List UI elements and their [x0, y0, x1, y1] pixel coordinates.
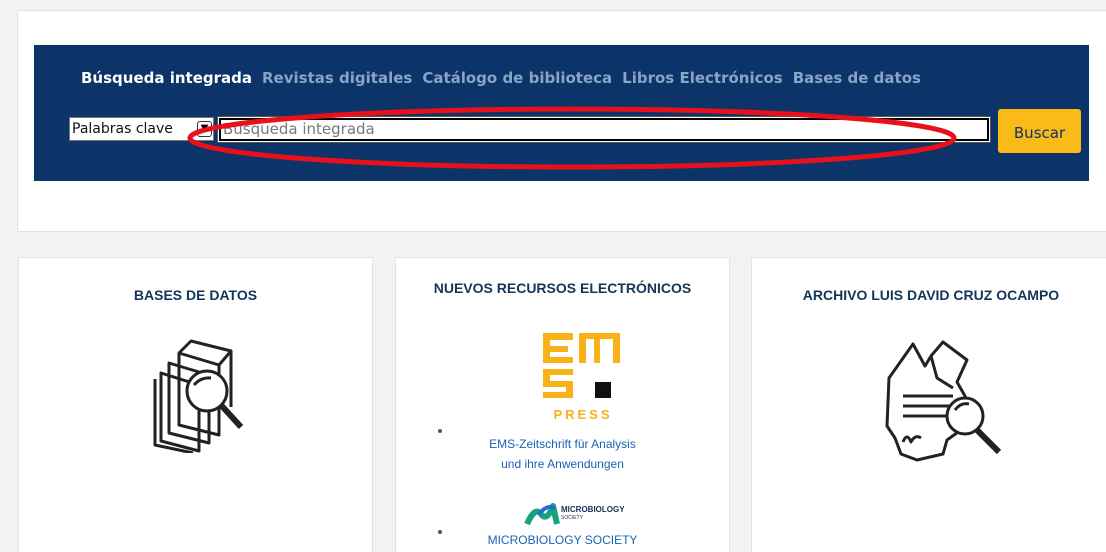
search-type-select[interactable]: Palabras clave ▼: [69, 117, 214, 141]
tab-bases-de-datos[interactable]: Bases de datos: [793, 69, 921, 87]
ems-press-logo[interactable]: PRESS: [543, 333, 623, 423]
card-bases-de-datos[interactable]: BASES DE DATOS: [18, 257, 373, 552]
chevron-down-icon: ▼: [197, 121, 212, 137]
card-archivo-cruz-ocampo[interactable]: ARCHIVO LUIS DAVID CRUZ OCAMPO: [751, 257, 1106, 552]
card-title: ARCHIVO LUIS DAVID CRUZ OCAMPO: [802, 287, 1060, 303]
search-input[interactable]: Búsqueda integrada: [217, 116, 991, 143]
ms-logo-line1: MICROBIOLOGY: [561, 505, 625, 514]
ms-logo-line2: SOCIETY: [561, 515, 584, 521]
card-nuevos-recursos: NUEVOS RECURSOS ELECTRÓNICOS PRESS EMS-Z…: [395, 257, 730, 552]
link-line: EMS-Zeitschrift für Analysis: [489, 437, 636, 451]
document-magnifier-icon: [885, 340, 1002, 462]
search-band: Búsqueda integrada Revistas digitales Ca…: [34, 45, 1089, 181]
tab-revistas-digitales[interactable]: Revistas digitales: [262, 69, 412, 87]
link-line: und ihre Anwendungen: [501, 457, 624, 471]
ems-logo-text: PRESS: [553, 407, 612, 422]
search-tabs: Búsqueda integrada Revistas digitales Ca…: [81, 69, 931, 87]
bullet: [438, 429, 442, 433]
card-title: NUEVOS RECURSOS ELECTRÓNICOS: [433, 280, 692, 296]
microbiology-society-logo[interactable]: MICROBIOLOGY SOCIETY: [521, 500, 636, 528]
tab-catalogo-biblioteca[interactable]: Catálogo de biblioteca: [422, 69, 612, 87]
tab-libros-electronicos[interactable]: Libros Electrónicos: [622, 69, 783, 87]
search-type-value: Palabras clave: [72, 121, 173, 137]
tab-busqueda-integrada[interactable]: Búsqueda integrada: [81, 69, 252, 87]
card-title: BASES DE DATOS: [133, 287, 258, 303]
books-magnifier-icon: [153, 339, 244, 453]
link-microbiology-society[interactable]: MICROBIOLOGY SOCIETY: [396, 530, 729, 550]
search-input-placeholder: Búsqueda integrada: [223, 120, 375, 138]
link-ems-zeitschrift[interactable]: EMS-Zeitschrift für Analysis und ihre An…: [396, 434, 729, 474]
search-button[interactable]: Buscar: [998, 109, 1081, 153]
